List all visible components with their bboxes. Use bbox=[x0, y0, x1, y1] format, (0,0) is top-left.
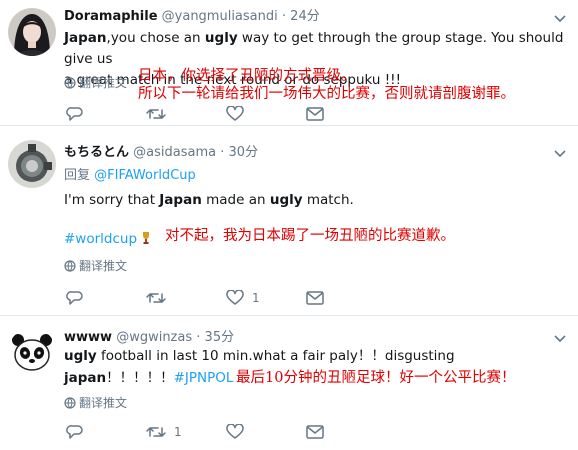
display-name[interactable]: Doramaphile bbox=[64, 9, 158, 24]
reply-button[interactable] bbox=[66, 288, 92, 308]
text-segment: ugly bbox=[269, 192, 303, 208]
tweet-text: I'm sorry that Japan made an ugly match. bbox=[64, 190, 574, 211]
text-segment: football in last 10 min.what a fair paly… bbox=[96, 348, 455, 364]
retweet-icon bbox=[146, 109, 166, 119]
trophy-icon bbox=[143, 232, 150, 244]
globe-icon bbox=[64, 77, 76, 89]
envelope-icon bbox=[306, 291, 324, 305]
display-name[interactable]: もちるとん bbox=[64, 145, 129, 160]
reply-context: 回复 @FIFAWorldCup bbox=[64, 165, 574, 186]
translate-tweet-link[interactable]: 翻译推文 bbox=[64, 395, 127, 411]
envelope-icon bbox=[306, 425, 324, 439]
chevron-down-icon[interactable] bbox=[552, 333, 568, 345]
retweet-button[interactable] bbox=[146, 288, 174, 308]
translate-label[interactable]: 翻译推文 bbox=[79, 396, 127, 410]
annotation-line: 最后10分钟的丑陋足球！好一个公平比赛！ bbox=[236, 370, 516, 386]
reply-button[interactable] bbox=[66, 104, 92, 124]
translate-tweet-link[interactable]: 翻译推文 bbox=[64, 258, 127, 274]
tweet-text: ugly football in last 10 min.what a fair… bbox=[64, 346, 574, 367]
heart-icon bbox=[226, 106, 244, 121]
retweet-count: 1 bbox=[174, 425, 182, 439]
avatar[interactable] bbox=[8, 140, 56, 188]
reply-icon bbox=[66, 291, 83, 305]
text-segment: japan bbox=[64, 370, 107, 386]
avatar[interactable] bbox=[8, 328, 56, 376]
timestamp[interactable]: 35分 bbox=[205, 330, 235, 345]
tweet-actions: 1 bbox=[64, 288, 344, 308]
text-segment: Japan bbox=[64, 30, 107, 46]
text-segment: ！！！！！ bbox=[106, 370, 174, 386]
text-segment: match. bbox=[302, 192, 354, 208]
chevron-down-icon[interactable] bbox=[552, 148, 568, 160]
tweet[interactable]: もちるとん @asidasama · 30分 回复 @FIFAWorldCup … bbox=[0, 126, 578, 315]
display-name[interactable]: wwww bbox=[64, 330, 112, 345]
text-segment: ,you chose an bbox=[106, 30, 205, 46]
like-button[interactable] bbox=[226, 422, 252, 442]
user-handle[interactable]: @wgwinzas bbox=[116, 330, 192, 345]
like-count: 1 bbox=[252, 291, 260, 305]
separator: · bbox=[220, 145, 225, 160]
user-handle[interactable]: @yangmuliasandi bbox=[162, 9, 278, 24]
tweet-header: Doramaphile @yangmuliasandi · 24分 bbox=[64, 8, 320, 26]
reply-icon bbox=[66, 107, 83, 121]
annotation-line: 所以下一轮请给我们一场伟大的比赛，否则就请剖腹谢罪。 bbox=[138, 86, 515, 102]
text-segment: I'm sorry that bbox=[64, 192, 160, 208]
reply-to-link[interactable]: @FIFAWorldCup bbox=[94, 168, 196, 183]
tweet-text-line: Japan,you chose an ugly way to get throu… bbox=[64, 28, 574, 70]
tweet-header: wwww @wgwinzas · 35分 bbox=[64, 329, 234, 347]
retweet-button[interactable] bbox=[146, 104, 174, 124]
globe-icon bbox=[64, 397, 76, 409]
text-segment: Japan bbox=[159, 192, 202, 208]
separator: · bbox=[281, 9, 287, 24]
direct-message-button[interactable] bbox=[306, 422, 332, 442]
separator: · bbox=[196, 330, 201, 345]
avatar[interactable] bbox=[8, 8, 56, 56]
tweet-actions: 1 bbox=[64, 422, 344, 442]
reply-icon bbox=[66, 425, 83, 439]
retweet-icon bbox=[146, 293, 166, 303]
reply-prefix: 回复 bbox=[64, 168, 91, 183]
retweet-icon bbox=[146, 427, 166, 437]
timestamp[interactable]: 30分 bbox=[229, 145, 259, 160]
hashtag-link[interactable]: #JPNPOL bbox=[174, 370, 234, 386]
reply-button[interactable] bbox=[66, 422, 92, 442]
timestamp[interactable]: 24分 bbox=[290, 9, 320, 24]
chevron-down-icon[interactable] bbox=[552, 13, 568, 25]
direct-message-button[interactable] bbox=[306, 104, 332, 124]
retweet-button[interactable]: 1 bbox=[146, 422, 182, 442]
like-button[interactable] bbox=[226, 104, 252, 124]
hashtag-link[interactable]: #worldcup bbox=[64, 231, 137, 247]
translate-label[interactable]: 翻译推文 bbox=[79, 76, 127, 90]
tweet[interactable]: wwww @wgwinzas · 35分 ugly football in la… bbox=[0, 316, 578, 450]
user-handle[interactable]: @asidasama bbox=[133, 145, 216, 160]
text-segment: ugly bbox=[204, 30, 238, 46]
tweet-actions bbox=[64, 104, 344, 124]
text-segment: made an bbox=[201, 192, 270, 208]
heart-icon bbox=[226, 424, 244, 439]
translate-tweet-link[interactable]: 翻译推文 bbox=[64, 75, 127, 91]
translate-label[interactable]: 翻译推文 bbox=[79, 259, 127, 273]
globe-icon bbox=[64, 260, 76, 272]
envelope-icon bbox=[306, 107, 324, 121]
tweet[interactable]: Doramaphile @yangmuliasandi · 24分 Japan,… bbox=[0, 0, 578, 125]
tweet-header: もちるとん @asidasama · 30分 bbox=[64, 144, 258, 162]
like-button[interactable]: 1 bbox=[226, 288, 260, 308]
direct-message-button[interactable] bbox=[306, 288, 332, 308]
heart-icon bbox=[226, 290, 244, 305]
annotation-line: 对不起，我为日本踢了一场丑陋的比赛道歉。 bbox=[165, 228, 455, 244]
text-segment: ugly bbox=[64, 348, 97, 364]
